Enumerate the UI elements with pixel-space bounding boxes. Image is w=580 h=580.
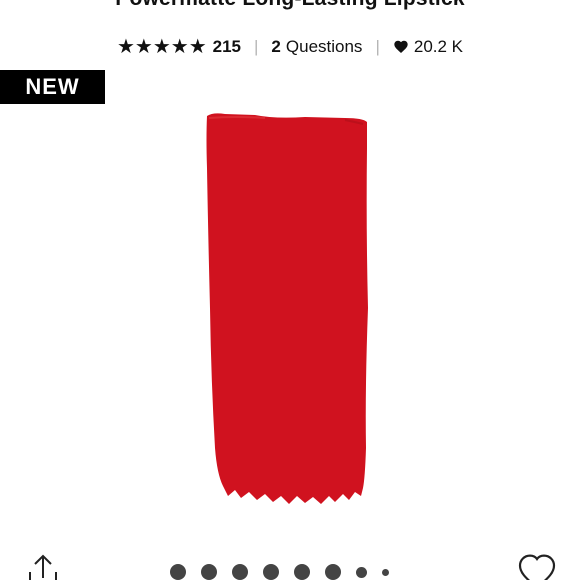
questions-count[interactable]: 2 <box>271 37 280 57</box>
questions-label[interactable]: Questions <box>286 37 363 57</box>
swatch-shape <box>206 113 368 504</box>
loves-count: 20.2 K <box>413 37 464 56</box>
love-button[interactable] <box>516 552 558 580</box>
carousel-dot[interactable] <box>170 564 186 580</box>
meta-divider: | <box>254 37 259 56</box>
carousel-dot[interactable] <box>356 566 367 578</box>
share-icon <box>29 554 57 580</box>
product-title: Powermatte Long-Lasting Lipstick <box>0 0 580 11</box>
new-badge: NEW <box>0 70 105 104</box>
star-icon: ★★★★★ <box>116 36 207 58</box>
heart-outline-icon <box>518 554 556 580</box>
product-meta-row: ★★★★★ 215 | 2 Questions | 20.2 K <box>0 34 580 60</box>
lipstick-swatch-image[interactable] <box>195 108 380 508</box>
rating-stars[interactable]: ★★★★★ <box>117 37 207 57</box>
carousel-dot[interactable] <box>294 564 310 580</box>
carousel-pagination[interactable] <box>170 564 389 580</box>
carousel-dot[interactable] <box>201 564 217 580</box>
carousel-dot[interactable] <box>325 564 341 580</box>
review-count[interactable]: 215 <box>213 37 241 57</box>
carousel-dot[interactable] <box>232 564 248 580</box>
heart-icon <box>393 39 409 55</box>
carousel-dot[interactable] <box>263 564 279 580</box>
share-button[interactable] <box>26 554 60 580</box>
meta-divider: | <box>375 37 380 56</box>
product-page: Powermatte Long-Lasting Lipstick ★★★★★ 2… <box>0 0 580 580</box>
carousel-dot[interactable] <box>382 568 389 576</box>
